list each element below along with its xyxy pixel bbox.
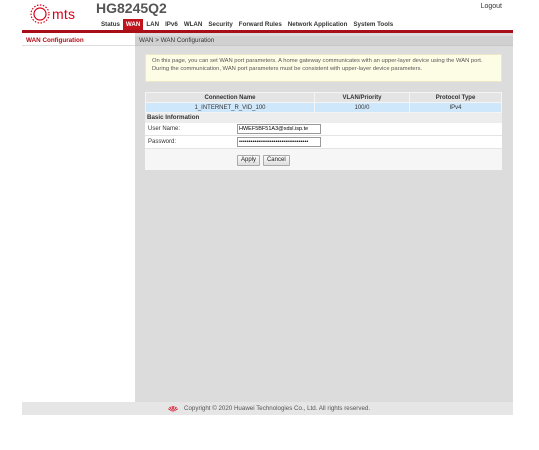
nav-wan[interactable]: WAN <box>122 19 144 30</box>
username-label: User Name: <box>148 126 181 132</box>
apply-button[interactable]: Apply <box>237 155 261 166</box>
wan-connections-table: Connection Name VLAN/Priority Protocol T… <box>145 92 502 113</box>
basic-information-section: Basic Information User Name: Password: A… <box>145 113 502 170</box>
form-buttons: Apply Cancel <box>237 155 291 166</box>
username-input[interactable] <box>237 124 321 134</box>
table-row[interactable]: 1_INTERNET_R_VID_100 100/0 IPv4 <box>145 102 502 113</box>
nav-network-application[interactable]: Network Application <box>285 19 351 30</box>
footer: Copyright © 2020 Huawei Technologies Co.… <box>22 402 513 415</box>
cell-protocol-type[interactable]: IPv4 <box>409 102 502 113</box>
username-row: User Name: <box>145 123 502 136</box>
device-model-title: HG8245Q2 <box>96 0 167 16</box>
section-title: Basic Information <box>145 113 502 123</box>
nav-wlan[interactable]: WLAN <box>181 19 206 30</box>
logo-text: mts <box>52 6 76 22</box>
nav-forward-rules[interactable]: Forward Rules <box>236 19 285 30</box>
copyright-text: Copyright © 2020 Huawei Technologies Co.… <box>184 405 371 412</box>
cell-connection-name[interactable]: 1_INTERNET_R_VID_100 <box>145 102 315 113</box>
password-input[interactable] <box>237 137 321 147</box>
header: mts HG8245Q2 Logout Status WAN LAN IPv6 … <box>22 0 513 30</box>
logout-link[interactable]: Logout <box>481 3 502 10</box>
cell-vlan-priority[interactable]: 100/0 <box>314 102 410 113</box>
column-header-vlan-priority: VLAN/Priority <box>314 92 410 103</box>
cancel-button[interactable]: Cancel <box>262 155 290 166</box>
top-nav: Status WAN LAN IPv6 WLAN Security Forwar… <box>98 19 396 30</box>
main-content: WAN > WAN Configuration On this page, yo… <box>135 33 513 402</box>
nav-lan[interactable]: LAN <box>143 19 162 30</box>
breadcrumb: WAN > WAN Configuration <box>135 36 513 46</box>
huawei-logo-icon <box>168 406 178 412</box>
nav-status[interactable]: Status <box>98 19 123 30</box>
router-page: mts HG8245Q2 Logout Status WAN LAN IPv6 … <box>22 0 513 415</box>
column-header-protocol-type: Protocol Type <box>409 92 502 103</box>
sidebar-item-wan-configuration[interactable]: WAN Configuration <box>22 36 135 46</box>
nav-system-tools[interactable]: System Tools <box>350 19 396 30</box>
sidebar: WAN Configuration <box>22 33 135 402</box>
nav-ipv6[interactable]: IPv6 <box>162 19 181 30</box>
info-box: On this page, you can set WAN port param… <box>145 54 502 82</box>
password-row: Password: <box>145 136 502 149</box>
column-header-connection-name: Connection Name <box>145 92 315 103</box>
nav-security[interactable]: Security <box>205 19 235 30</box>
table-header-row: Connection Name VLAN/Priority Protocol T… <box>145 92 502 103</box>
password-label: Password: <box>148 139 177 145</box>
